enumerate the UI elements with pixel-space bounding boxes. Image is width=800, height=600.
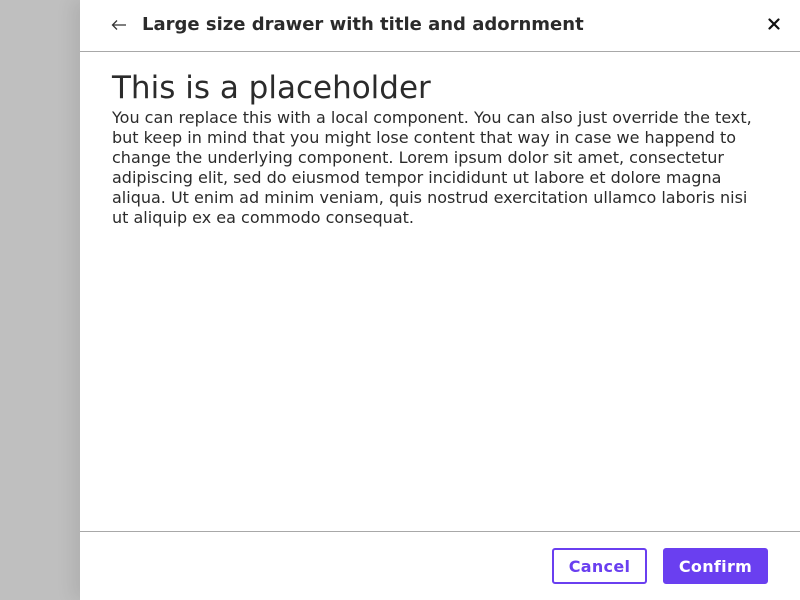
drawer-footer: Cancel Confirm	[80, 531, 800, 600]
drawer-body: This is a placeholder You can replace th…	[112, 68, 762, 228]
close-icon	[768, 18, 780, 30]
close-button[interactable]	[762, 10, 786, 38]
confirm-button[interactable]: Confirm	[663, 548, 768, 584]
arrow-left-icon	[111, 20, 126, 30]
drawer-header: Large size drawer with title and adornme…	[80, 0, 800, 52]
drawer-title: Large size drawer with title and adornme…	[142, 14, 584, 35]
drawer-panel: Large size drawer with title and adornme…	[80, 0, 800, 600]
placeholder-text: You can replace this with a local compon…	[112, 108, 752, 227]
back-button[interactable]	[104, 10, 134, 40]
cancel-button[interactable]: Cancel	[552, 548, 647, 584]
placeholder-heading: This is a placeholder	[112, 70, 431, 106]
